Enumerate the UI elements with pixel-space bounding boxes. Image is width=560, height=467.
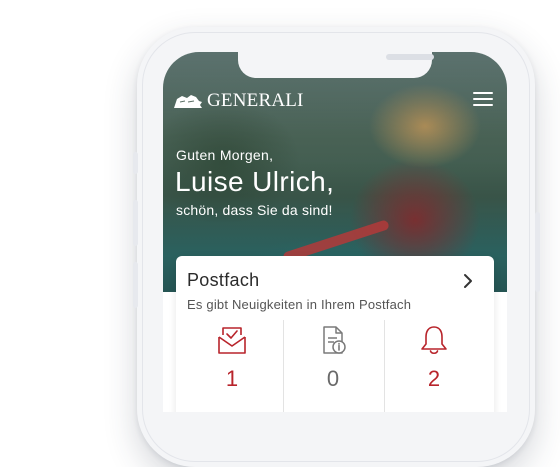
bell-icon [421, 326, 447, 355]
lion-logo-icon [174, 95, 202, 108]
phone-notch [238, 52, 434, 78]
phone-mute-switch [133, 152, 138, 174]
stat-notifications-count: 2 [427, 366, 441, 391]
mailbox-card[interactable]: Postfach Es gibt Neuigkeiten in Ihrem Po… [176, 256, 494, 412]
document-info-icon [323, 326, 346, 354]
hamburger-menu-icon[interactable] [473, 92, 493, 108]
mailbox-card-title: Postfach [187, 270, 260, 290]
stat-documents[interactable]: 0 [283, 324, 383, 396]
stat-messages[interactable]: 1 [182, 324, 282, 396]
phone-volume-down-button [133, 262, 138, 308]
phone-screen: GENERALI Guten Morgen, Luise Ulrich, sch… [163, 52, 507, 412]
stat-documents-count: 0 [326, 366, 340, 391]
stat-messages-count: 1 [225, 366, 239, 391]
mailbox-card-subtitle: Es gibt Neuigkeiten in Ihrem Postfach [187, 297, 412, 312]
greeting-salutation: Guten Morgen, [176, 147, 274, 163]
generali-logo: GENERALI [173, 90, 304, 112]
greeting-subline: schön, dass Sie da sind! [176, 202, 333, 218]
stat-notifications[interactable]: 2 [384, 324, 484, 396]
phone-speaker [386, 54, 434, 60]
envelope-check-icon [218, 327, 246, 354]
phone-volume-up-button [133, 200, 138, 246]
greeting-user-name: Luise Ulrich, [175, 166, 335, 197]
chevron-right-icon[interactable] [460, 272, 476, 290]
logo-wordmark: GENERALI [207, 90, 304, 111]
phone-power-button [535, 212, 540, 292]
